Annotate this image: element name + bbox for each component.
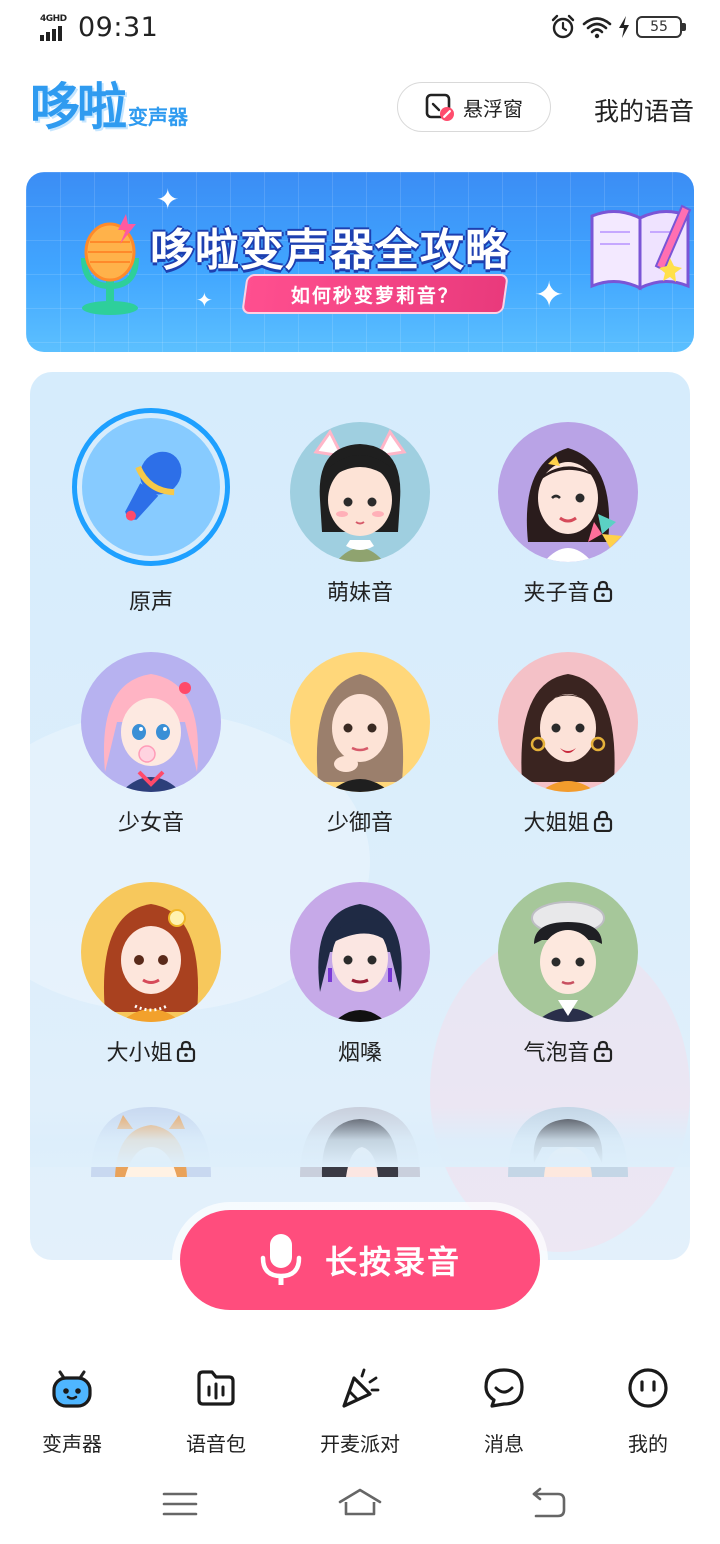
avatar bbox=[81, 882, 221, 1022]
status-bar: 4GHD 09:31 55 bbox=[0, 0, 720, 60]
nav-mic-party[interactable]: 开麦派对 bbox=[300, 1362, 420, 1457]
voice-option-bubble[interactable]: 气泡音 bbox=[478, 882, 658, 1066]
charging-icon bbox=[619, 16, 629, 38]
clock: 09:31 bbox=[78, 12, 159, 43]
app-logo: 哆啦 变声器 bbox=[30, 78, 188, 136]
sparkle-icon: ✦ bbox=[534, 275, 565, 316]
microphone-icon bbox=[260, 1234, 302, 1285]
selected-ring bbox=[72, 408, 230, 566]
microphone-illustration bbox=[81, 214, 139, 315]
system-navigation-bar bbox=[0, 1476, 720, 1536]
voice-option-cute-girl[interactable]: 萌妹音 bbox=[270, 422, 450, 606]
voice-option-big-sister[interactable]: 大姐姐 bbox=[478, 652, 658, 836]
voice-option-girl[interactable]: 少女音 bbox=[61, 652, 241, 836]
nav-label: 消息 bbox=[484, 1432, 524, 1456]
young-lady-avatar bbox=[103, 904, 199, 1022]
nav-profile[interactable]: 我的 bbox=[588, 1362, 708, 1457]
status-right: 55 bbox=[550, 14, 686, 40]
avatar bbox=[81, 652, 221, 792]
bottom-navigation: 变声器 语音包 开麦派对 消息 我的 bbox=[0, 1362, 720, 1462]
avatar bbox=[290, 882, 430, 1022]
big-sister-avatar bbox=[521, 674, 615, 792]
my-voice-link[interactable]: 我的语音 bbox=[594, 92, 694, 128]
banner-subtitle: 如何秒变萝莉音？ bbox=[290, 284, 459, 307]
voice-label: 萌妹音 bbox=[326, 581, 393, 606]
party-popper-icon bbox=[342, 1368, 380, 1408]
microphone-icon bbox=[125, 451, 182, 521]
book-illustration bbox=[590, 204, 692, 291]
float-window-button[interactable]: 悬浮窗 bbox=[397, 82, 551, 132]
voice-label: 气泡音 bbox=[478, 1036, 658, 1066]
smoky-voice-avatar bbox=[318, 904, 402, 1022]
float-window-label: 悬浮窗 bbox=[463, 96, 523, 121]
avatar bbox=[290, 422, 430, 562]
home-icon[interactable] bbox=[335, 1486, 385, 1522]
banner-subtitle-pill: 如何秒变萝莉音？ bbox=[241, 274, 509, 314]
avatar bbox=[290, 652, 430, 792]
nav-label: 我的 bbox=[628, 1432, 668, 1456]
float-window-icon bbox=[425, 93, 454, 121]
nav-label: 变声器 bbox=[42, 1432, 102, 1456]
cute-girl-avatar bbox=[313, 429, 407, 562]
voice-option-smoky[interactable]: 烟嗓 bbox=[270, 882, 450, 1066]
battery-indicator: 55 bbox=[636, 16, 686, 38]
alarm-icon bbox=[551, 14, 575, 39]
nav-voice-pack[interactable]: 语音包 bbox=[156, 1362, 276, 1457]
voice-label: 少女音 bbox=[117, 811, 184, 836]
voice-label: 夹子音 bbox=[478, 576, 658, 606]
lock-icon bbox=[176, 1040, 195, 1062]
logo-sub-text: 变声器 bbox=[128, 105, 188, 129]
avatar bbox=[498, 422, 638, 562]
nav-label: 开麦派对 bbox=[320, 1432, 400, 1456]
voice-option-young-royal[interactable]: 少御音 bbox=[270, 652, 450, 836]
folder-voice-icon bbox=[197, 1370, 235, 1406]
voice-label: 大姐姐 bbox=[478, 806, 658, 836]
network-type: 4GHD bbox=[40, 13, 67, 24]
lock-icon bbox=[593, 580, 612, 602]
fade-overlay bbox=[30, 1107, 690, 1167]
sparkle-icon: ✦ bbox=[156, 183, 180, 216]
logo-main-text: 哆啦 bbox=[30, 78, 127, 136]
bubble-voice-avatar bbox=[531, 901, 605, 1022]
voice-label: 烟嗓 bbox=[337, 1041, 382, 1066]
robot-face-icon bbox=[52, 1370, 92, 1408]
avatar bbox=[498, 652, 638, 792]
banner-title: 哆啦变声器全攻略 bbox=[150, 225, 510, 276]
back-icon[interactable] bbox=[524, 1486, 574, 1522]
young-royal-avatar bbox=[316, 674, 404, 792]
hold-to-record-button[interactable]: 长按录音 bbox=[180, 1210, 540, 1310]
lock-icon bbox=[593, 810, 612, 832]
nav-voice-changer[interactable]: 变声器 bbox=[12, 1362, 132, 1457]
nav-label: 语音包 bbox=[186, 1432, 246, 1456]
voice-option-original[interactable]: 原声 bbox=[61, 408, 241, 615]
wifi-icon bbox=[582, 17, 612, 39]
app-header: 哆啦 变声器 悬浮窗 我的语音 bbox=[0, 70, 720, 150]
menu-icon[interactable] bbox=[155, 1486, 205, 1522]
signal-icon: 4GHD bbox=[38, 13, 72, 43]
voice-option-baby-voice[interactable]: 夹子音 bbox=[478, 422, 658, 606]
battery-level: 55 bbox=[650, 19, 668, 35]
voice-label: 大小姐 bbox=[61, 1036, 241, 1066]
nav-messages[interactable]: 消息 bbox=[444, 1362, 564, 1457]
lock-icon bbox=[593, 1040, 612, 1062]
avatar bbox=[498, 882, 638, 1022]
voice-selection-panel: 原声 萌妹音 夹子音 少女音 少御音 大姐姐 大小姐 烟嗓 气泡音 bbox=[30, 372, 690, 1260]
sparkle-icon: ✦ bbox=[196, 288, 213, 312]
chat-bubble-icon bbox=[484, 1368, 524, 1408]
smile-face-icon bbox=[628, 1368, 668, 1408]
voice-label: 原声 bbox=[128, 590, 173, 615]
baby-voice-avatar bbox=[526, 448, 622, 562]
record-button-label: 长按录音 bbox=[324, 1243, 461, 1281]
voice-option-young-lady[interactable]: 大小姐 bbox=[61, 882, 241, 1066]
guide-banner[interactable]: ✦ ✦ ✦ 哆啦变声器全攻略 如何秒变萝莉音？ bbox=[26, 172, 694, 352]
girl-avatar bbox=[103, 674, 199, 792]
voice-label: 少御音 bbox=[326, 811, 393, 836]
status-left: 4GHD 09:31 bbox=[38, 12, 158, 43]
avatar bbox=[82, 418, 220, 556]
